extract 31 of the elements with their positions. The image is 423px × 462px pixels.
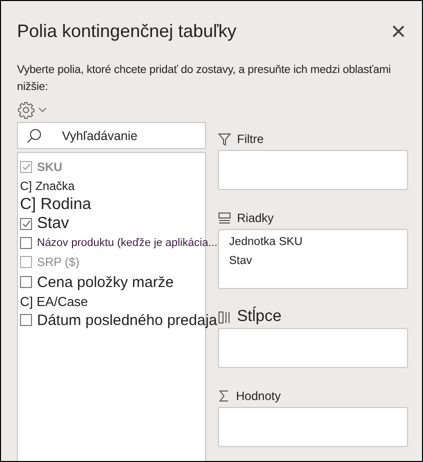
area-label: Stĺpce — [237, 308, 282, 326]
field-label: Názov produktu (keďže je aplikácia... — [37, 236, 218, 248]
field-label: C] Rodina — [20, 196, 92, 214]
sigma-icon — [218, 390, 230, 402]
field-label: SKU — [37, 160, 62, 174]
area-label: Filtre — [237, 132, 264, 146]
checkbox[interactable] — [20, 236, 32, 248]
field-label: C] EA/Case — [20, 294, 88, 308]
checkbox[interactable] — [20, 276, 32, 288]
search-icon — [26, 128, 42, 144]
columns-icon — [218, 310, 231, 324]
filter-icon — [218, 132, 231, 146]
field-label: C] Značka — [20, 178, 75, 192]
chevron-down-icon — [38, 107, 47, 113]
area-label: Riadky — [237, 211, 274, 225]
checkbox[interactable] — [20, 218, 32, 230]
checkbox[interactable] — [20, 314, 32, 326]
gear-icon — [17, 101, 35, 119]
field-label: Cena položky marže — [37, 274, 174, 290]
panel-description: Vyberte polia, ktoré chcete pridať do zostavy, a presuňte ich medzi oblasťami nižšie: — [17, 63, 392, 95]
close-button[interactable]: × — [390, 18, 408, 44]
panel-title: Polia kontingenčnej tabuľky — [17, 20, 236, 42]
field-label: Dátum posledného predaja — [37, 312, 218, 328]
area-label: Hodnoty — [236, 389, 281, 403]
area-item[interactable]: Jednotka SKU — [229, 235, 407, 250]
drop-area[interactable]: Jednotka SKU Stav — [218, 229, 408, 289]
area-item[interactable]: Stav — [229, 254, 407, 269]
rows-icon — [218, 212, 231, 224]
field-label: Stav — [37, 215, 70, 233]
field-label: SRP ($) — [37, 255, 80, 269]
search-field[interactable]: Vyhľadávanie — [17, 122, 206, 149]
